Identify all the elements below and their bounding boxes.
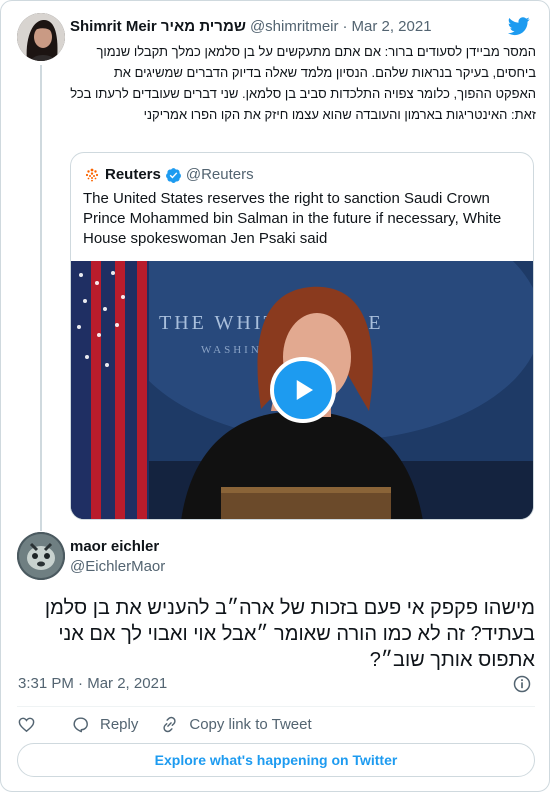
heart-icon	[18, 717, 35, 732]
parent-tweet-text: המסר מביידן לסעודים ברור: אם אתם מתעקשים…	[70, 44, 536, 122]
tweet-embed-card: Shimrit Meir שמרית מאיר @shimritmeir · M…	[0, 0, 550, 792]
info-icon[interactable]	[512, 674, 532, 694]
action-divider	[17, 706, 535, 707]
play-icon	[296, 380, 313, 400]
reply-label: Reply	[100, 715, 139, 733]
video-player[interactable]: THE WHITE HOUSE WASHINGTON	[71, 261, 533, 519]
quoted-author-name[interactable]: Reuters	[105, 165, 161, 185]
parent-header-separator: ·	[342, 18, 348, 35]
verified-badge-icon	[165, 167, 181, 183]
thread-connector-line	[40, 65, 42, 531]
quoted-tweet-header: Reuters @Reuters	[83, 165, 254, 185]
tweet-timestamp[interactable]: 3:31 PM · Mar 2, 2021	[18, 674, 167, 694]
copy-link-label: Copy link to Tweet	[189, 715, 312, 733]
copy-link-button[interactable]: Copy link to Tweet	[160, 715, 312, 734]
parent-author-handle[interactable]: @shimritmeir	[250, 17, 339, 37]
parent-author-name[interactable]: Shimrit Meir שמרית מאיר	[70, 17, 246, 37]
main-author-handle[interactable]: @EichlerMaor	[70, 557, 165, 577]
like-button[interactable]	[17, 715, 53, 734]
explore-twitter-button[interactable]: Explore what's happening on Twitter	[17, 743, 535, 777]
parent-tweet-date[interactable]: Mar 2, 2021	[352, 17, 432, 37]
reuters-logo-icon	[83, 166, 101, 184]
quoted-author-handle[interactable]: @Reuters	[186, 165, 254, 185]
tweet-time[interactable]: 3:31 PM	[18, 675, 74, 692]
link-icon	[163, 716, 176, 732]
main-author-avatar[interactable]	[17, 532, 65, 580]
reply-icon	[73, 716, 88, 732]
reply-button[interactable]: Reply	[71, 715, 138, 734]
twitter-bird-icon[interactable]	[507, 15, 531, 37]
parent-tweet-header: Shimrit Meir שמרית מאיר @shimritmeir · M…	[70, 17, 432, 37]
tweet-actions: Reply Copy link to Tweet	[17, 712, 312, 736]
tweet-date[interactable]: Mar 2, 2021	[87, 675, 167, 692]
main-author-name[interactable]: maor eichler	[70, 537, 159, 557]
play-button[interactable]	[270, 357, 336, 423]
quoted-tweet-card[interactable]: Reuters @Reuters The United States reser…	[70, 152, 534, 520]
parent-author-avatar[interactable]	[17, 13, 65, 61]
timestamp-separator: ·	[78, 675, 84, 692]
quoted-tweet-text: The United States reserves the right to …	[83, 190, 502, 247]
main-tweet-text: מישהו פקפק אי פעם בזכות של ארה״ב להעניש …	[44, 597, 535, 671]
